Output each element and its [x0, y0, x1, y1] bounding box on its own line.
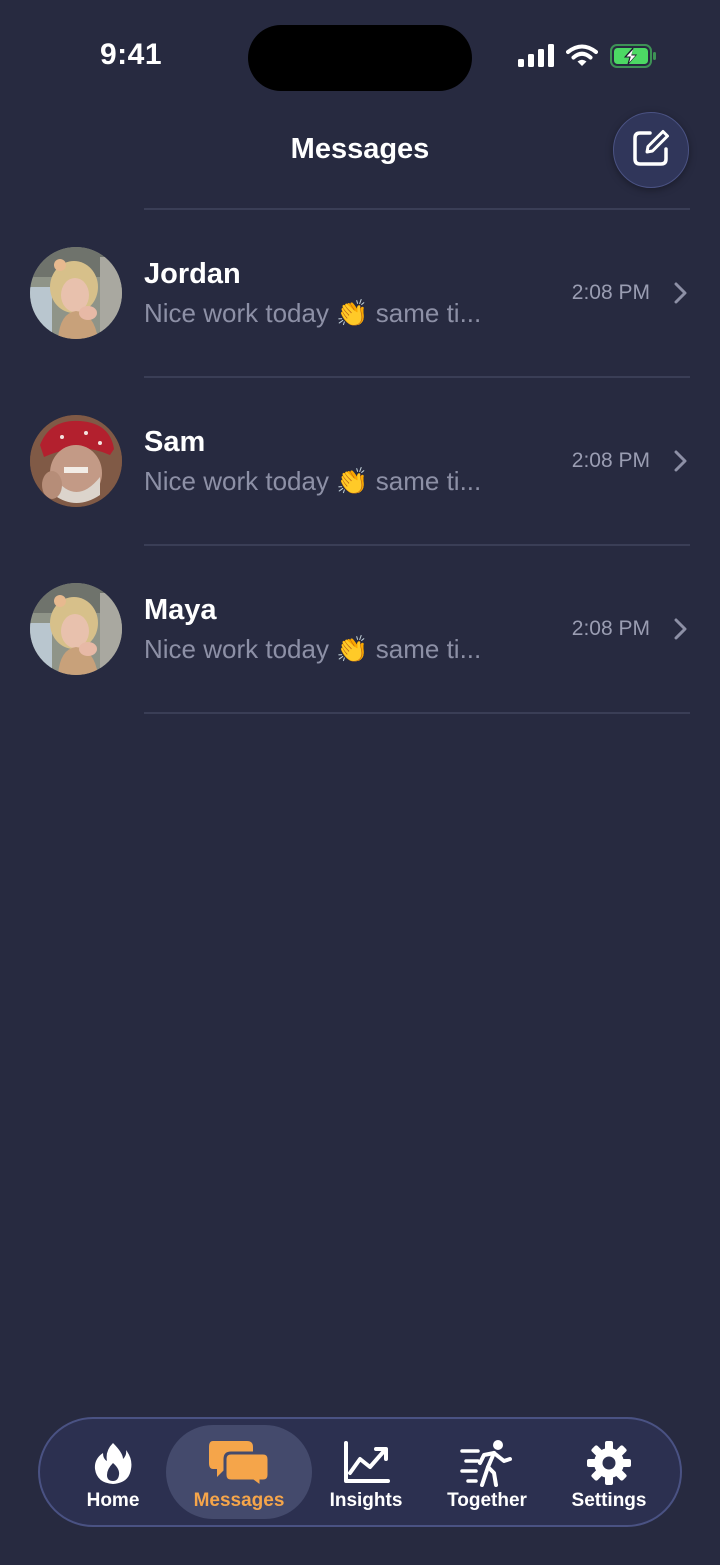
conversation-preview: Nice work today 👏 same ti...: [144, 634, 482, 664]
messages-screen: 9:41 Messages Jordan Nice work today 👏 s…: [0, 0, 720, 1565]
conversation-time: 2:08 PM: [571, 281, 650, 304]
conversation-time: 2:08 PM: [571, 617, 650, 640]
wifi-icon: [566, 44, 598, 68]
chevron-right-icon: [674, 450, 688, 477]
trend-chart-icon: [342, 1439, 390, 1487]
chevron-right-icon: [674, 282, 688, 309]
conversation-time: 2:08 PM: [571, 449, 650, 472]
tab-label: Settings: [571, 1490, 647, 1511]
cellular-signal-icon: [518, 44, 554, 68]
tab-label: Insights: [329, 1490, 403, 1511]
tab-settings[interactable]: Settings: [554, 1425, 664, 1519]
tab-insights[interactable]: Insights: [312, 1425, 420, 1519]
row-divider: [144, 712, 690, 714]
chat-bubbles-icon: [209, 1439, 269, 1487]
flame-icon: [93, 1439, 133, 1487]
walking-person-icon: [460, 1439, 514, 1487]
page-title: Messages: [290, 133, 430, 165]
tab-home[interactable]: Home: [54, 1425, 172, 1519]
avatar: [30, 583, 122, 675]
tab-label: Messages: [193, 1490, 285, 1511]
conversation-list: Jordan Nice work today 👏 same ti... 2:08…: [0, 210, 720, 714]
conversation-row-sam[interactable]: Sam Nice work today 👏 same ti... 2:08 PM: [0, 378, 720, 546]
status-time: 9:41: [100, 38, 163, 71]
battery-charging-icon: [610, 44, 658, 68]
tab-label: Together: [447, 1490, 527, 1511]
tab-bar: Home Messages Insights Together Settings: [38, 1417, 682, 1527]
status-icons: [518, 44, 658, 68]
compose-icon: [631, 128, 671, 173]
dynamic-island: [248, 25, 472, 91]
gear-icon: [586, 1439, 632, 1487]
tab-label: Home: [86, 1490, 140, 1511]
conversation-row-jordan[interactable]: Jordan Nice work today 👏 same ti... 2:08…: [0, 210, 720, 378]
conversation-name: Jordan: [144, 258, 241, 290]
conversation-preview: Nice work today 👏 same ti...: [144, 298, 482, 328]
compose-button[interactable]: [613, 112, 689, 188]
conversation-name: Sam: [144, 426, 206, 458]
tab-messages[interactable]: Messages: [166, 1425, 312, 1519]
conversation-row-maya[interactable]: Maya Nice work today 👏 same ti... 2:08 P…: [0, 546, 720, 714]
conversation-name: Maya: [144, 594, 217, 626]
avatar: [30, 415, 122, 507]
avatar: [30, 247, 122, 339]
conversation-preview: Nice work today 👏 same ti...: [144, 466, 482, 496]
tab-together[interactable]: Together: [428, 1425, 546, 1519]
chevron-right-icon: [674, 618, 688, 645]
